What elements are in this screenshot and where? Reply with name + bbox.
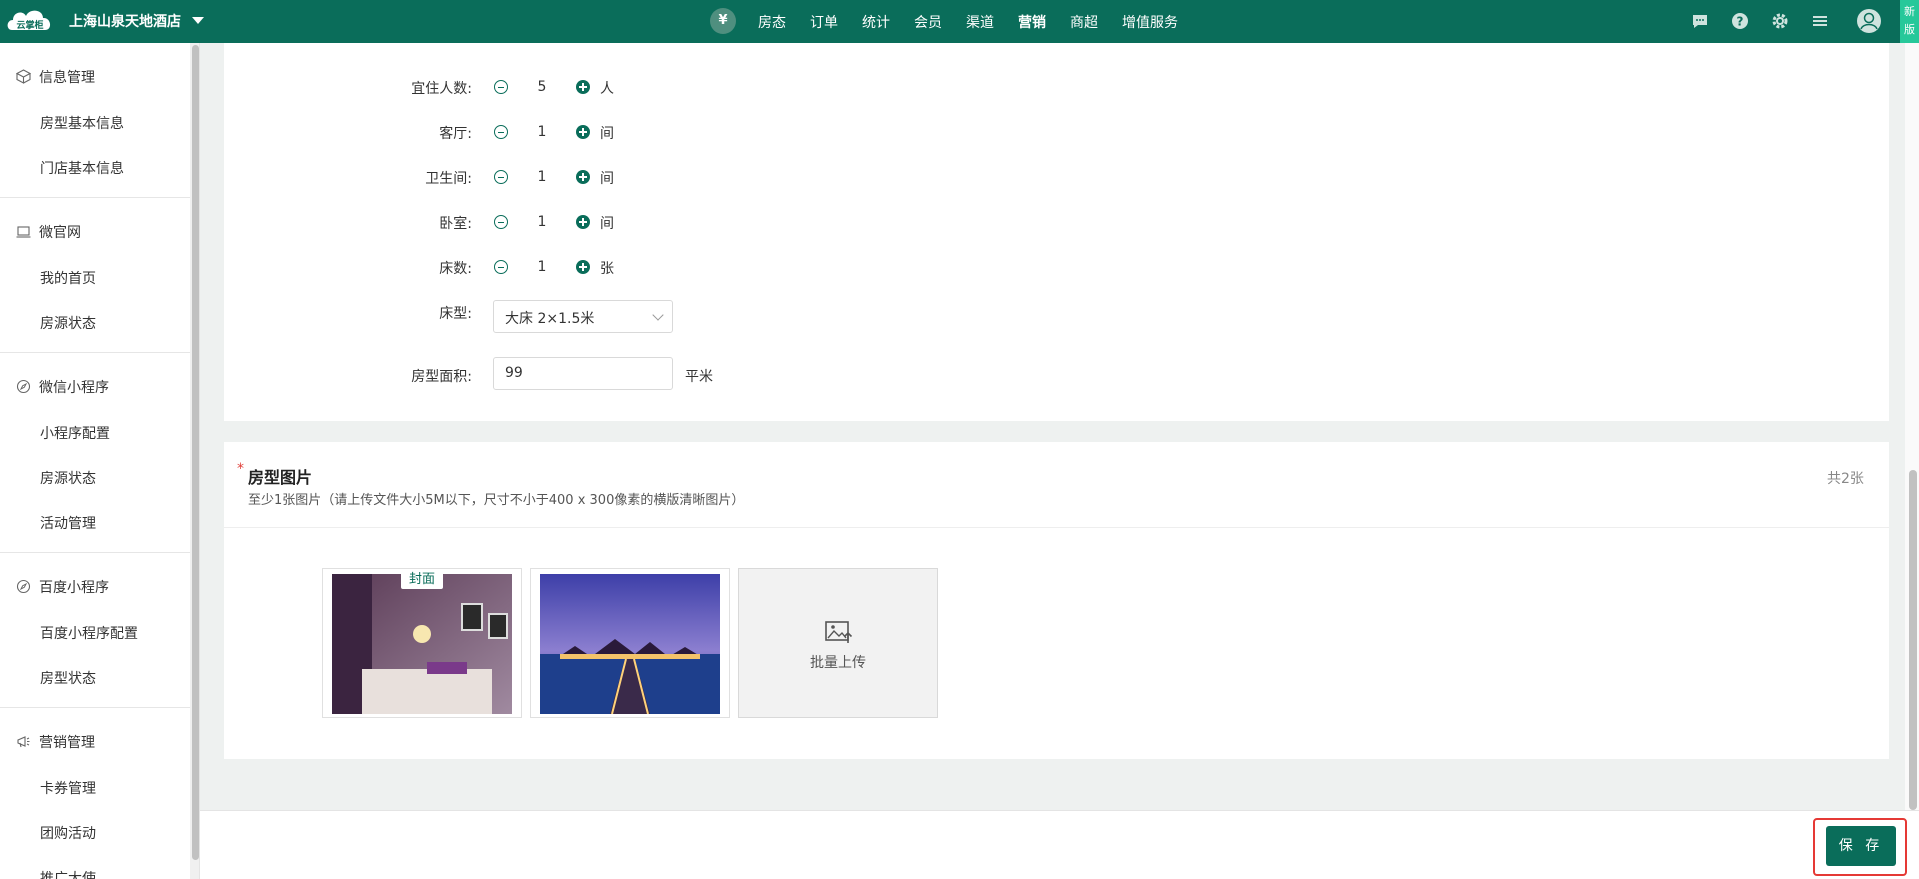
room-photos-title: 房型图片	[248, 468, 313, 487]
menu-icon[interactable]	[1810, 11, 1830, 31]
bathroom-value[interactable]: 1	[532, 169, 552, 185]
svg-text:?: ?	[1737, 15, 1744, 29]
sidebar-item-room-type-status[interactable]: 房型状态	[40, 668, 96, 688]
room-photos-hint: 至少1张图片（请上传文件大小5M以下，尺寸不小于400 x 300像素的横版清晰…	[248, 493, 745, 508]
cube-icon	[16, 69, 31, 84]
nav-value-added-services[interactable]: 增值服务	[1122, 12, 1178, 32]
compass-icon	[16, 379, 31, 394]
sidebar-item-activity-management[interactable]: 活动管理	[40, 513, 96, 533]
bathroom-unit: 间	[600, 171, 614, 187]
top-bar: 云掌柜 上海山泉天地酒店 ¥ 房态 订单 统计 会员 渠道 营销 商超 增值服务…	[0, 0, 1919, 43]
sidebar-group-label: 微官网	[39, 225, 81, 241]
bathroom-decrement-button[interactable]	[494, 170, 508, 184]
sidebar-divider	[0, 707, 190, 708]
nav-channels[interactable]: 渠道	[966, 12, 994, 32]
sidebar-item-room-availability[interactable]: 房源状态	[40, 313, 96, 333]
nav-marketing[interactable]: 营销	[1018, 12, 1046, 32]
occupancy-label: 宜住人数:	[411, 81, 472, 97]
help-icon[interactable]: ?	[1730, 11, 1750, 31]
bathroom-label: 卫生间:	[425, 171, 472, 187]
sidebar-item-group-buying[interactable]: 团购活动	[40, 823, 96, 843]
occupancy-unit: 人	[600, 81, 614, 97]
sidebar: 信息管理 房型基本信息 门店基本信息 微官网 我的首页 房源状态 微信小程序 小…	[0, 43, 200, 879]
sidebar-group-label: 营销管理	[39, 735, 95, 751]
svg-text:云掌柜: 云掌柜	[16, 19, 43, 31]
sidebar-scrollbar-thumb[interactable]	[192, 45, 199, 860]
living-room-label: 客厅:	[439, 126, 472, 142]
room-area-unit: 平米	[685, 369, 713, 385]
content-scrollbar-thumb[interactable]	[1909, 470, 1917, 810]
sidebar-item-miniprogram-config[interactable]: 小程序配置	[40, 423, 110, 443]
occupancy-increment-button[interactable]	[576, 80, 590, 94]
bedroom-photo	[332, 574, 512, 714]
sidebar-item-room-availability-mp[interactable]: 房源状态	[40, 468, 96, 488]
nav-members[interactable]: 会员	[914, 12, 942, 32]
sidebar-item-baidu-config[interactable]: 百度小程序配置	[40, 623, 138, 643]
overwater-villa-photo	[540, 574, 720, 714]
photo-count: 共2张	[1827, 471, 1864, 487]
currency-icon[interactable]: ¥	[710, 8, 736, 34]
hotel-dropdown-caret-icon[interactable]	[192, 17, 204, 24]
sidebar-group-label: 信息管理	[39, 70, 95, 86]
chevron-down-icon	[652, 309, 664, 321]
beds-unit: 张	[600, 261, 614, 277]
batch-upload-label: 批量上传	[810, 655, 866, 671]
hotel-name[interactable]: 上海山泉天地酒店	[69, 11, 181, 31]
sidebar-divider	[0, 197, 190, 198]
bedroom-label: 卧室:	[439, 216, 472, 232]
footer-bar	[200, 810, 1919, 879]
megaphone-icon	[17, 736, 30, 748]
sidebar-divider	[0, 352, 190, 353]
save-button[interactable]: 保 存	[1826, 826, 1896, 866]
laptop-icon	[16, 226, 31, 238]
bedroom-decrement-button[interactable]	[494, 215, 508, 229]
bedroom-unit: 间	[600, 216, 614, 232]
cover-badge: 封面	[401, 571, 443, 589]
room-photo-thumbnail-bedroom[interactable]	[322, 568, 522, 718]
living-room-value[interactable]: 1	[532, 124, 552, 140]
bathroom-increment-button[interactable]	[576, 170, 590, 184]
room-area-input[interactable]: 99	[493, 357, 673, 390]
section-divider	[224, 527, 1889, 528]
occupancy-decrement-button[interactable]	[494, 80, 508, 94]
sidebar-item-room-type-info[interactable]: 房型基本信息	[40, 113, 124, 133]
beds-value[interactable]: 1	[532, 259, 552, 275]
user-avatar-icon[interactable]	[1856, 8, 1882, 34]
beds-decrement-button[interactable]	[494, 260, 508, 274]
beds-label: 床数:	[439, 261, 472, 277]
beds-increment-button[interactable]	[576, 260, 590, 274]
sidebar-group-label: 微信小程序	[39, 380, 109, 396]
bed-type-label: 床型:	[439, 306, 472, 322]
room-area-label: 房型面积:	[411, 369, 472, 385]
living-room-decrement-button[interactable]	[494, 125, 508, 139]
bedroom-value[interactable]: 1	[532, 214, 552, 230]
new-version-badge[interactable]: 新版	[1900, 0, 1919, 43]
required-asterisk: *	[237, 461, 244, 477]
nav-statistics[interactable]: 统计	[862, 12, 890, 32]
sidebar-group-label: 百度小程序	[39, 580, 109, 596]
room-photo-thumbnail-overwater[interactable]	[530, 568, 730, 718]
message-icon[interactable]	[1690, 11, 1710, 31]
image-upload-icon	[825, 621, 853, 643]
sidebar-item-promotion-ambassador[interactable]: 推广大使	[40, 868, 96, 879]
sidebar-divider	[0, 552, 190, 553]
batch-upload-button[interactable]: 批量上传	[738, 568, 938, 718]
bed-type-selected-value: 大床 2×1.5米	[505, 311, 595, 327]
occupancy-value[interactable]: 5	[532, 79, 552, 95]
nav-mall[interactable]: 商超	[1070, 12, 1098, 32]
living-room-unit: 间	[600, 126, 614, 142]
bedroom-increment-button[interactable]	[576, 215, 590, 229]
bed-type-select[interactable]: 大床 2×1.5米	[493, 300, 673, 333]
settings-gear-icon[interactable]	[1770, 11, 1790, 31]
nav-orders[interactable]: 订单	[810, 12, 838, 32]
sidebar-item-store-info[interactable]: 门店基本信息	[40, 158, 124, 178]
compass-icon	[16, 579, 31, 594]
room-details-card	[224, 43, 1889, 421]
sidebar-item-my-homepage[interactable]: 我的首页	[40, 268, 96, 288]
living-room-increment-button[interactable]	[576, 125, 590, 139]
room-area-value: 99	[505, 365, 523, 381]
sidebar-item-coupon-management[interactable]: 卡券管理	[40, 778, 96, 798]
nav-room-status[interactable]: 房态	[758, 12, 786, 32]
yunzhanggui-logo[interactable]: 云掌柜	[6, 4, 54, 36]
